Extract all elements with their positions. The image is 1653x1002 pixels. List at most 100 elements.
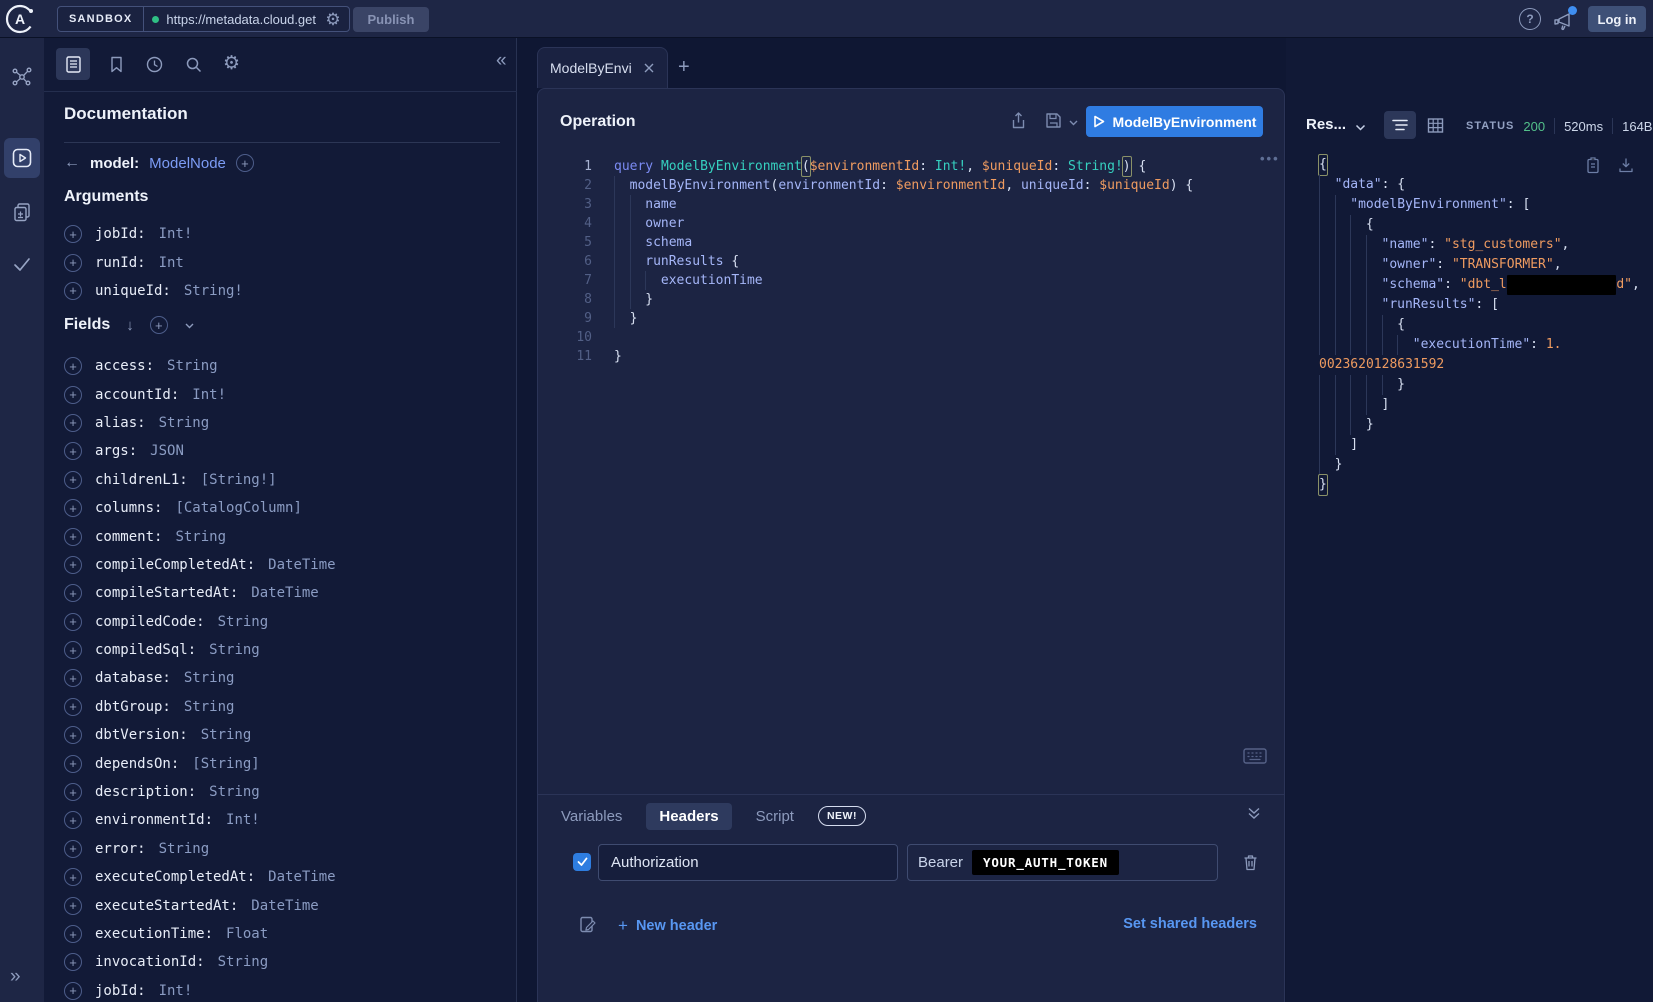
add-field-button[interactable]: +: [64, 726, 82, 744]
sort-fields-icon[interactable]: ↓: [126, 317, 134, 334]
delete-header-icon[interactable]: [1241, 853, 1260, 872]
code-line: {: [1319, 315, 1649, 335]
history-icon[interactable]: [145, 55, 164, 74]
code-token: environmentId: [778, 176, 880, 195]
auth-token-value[interactable]: YOUR_AUTH_TOKEN: [972, 850, 1119, 875]
add-field-button[interactable]: +: [64, 953, 82, 971]
sandbox-badge: SANDBOX: [58, 7, 144, 31]
apollo-logo[interactable]: A: [4, 3, 36, 35]
field-row: +dbtGroup:String: [64, 693, 336, 721]
add-field-button[interactable]: +: [64, 925, 82, 943]
response-json[interactable]: {"data": {"modelByEnvironment": [{"name"…: [1319, 155, 1649, 495]
operation-tab[interactable]: ModelByEnvi...: [537, 47, 668, 88]
add-field-button[interactable]: +: [64, 613, 82, 631]
tab-script[interactable]: Script: [756, 808, 794, 825]
search-icon[interactable]: [184, 55, 203, 74]
field-name: error:: [95, 841, 146, 857]
add-field-button[interactable]: +: [64, 282, 82, 300]
document-icon[interactable]: [64, 55, 83, 74]
login-button[interactable]: Log in: [1588, 6, 1646, 32]
add-field-button[interactable]: +: [64, 811, 82, 829]
close-tab-icon[interactable]: [643, 62, 655, 74]
keyboard-shortcuts-icon[interactable]: [1243, 747, 1267, 765]
operation-menu-icon[interactable]: •••: [1260, 151, 1280, 166]
help-icon[interactable]: ?: [1519, 8, 1541, 30]
explorer-play-icon[interactable]: [11, 147, 33, 169]
publish-button[interactable]: Publish: [353, 7, 429, 32]
response-menu-chevron-icon[interactable]: [1354, 121, 1367, 134]
new-tab-button[interactable]: +: [678, 56, 690, 79]
expand-sidebar-icon[interactable]: »: [10, 966, 21, 988]
code-line: "data": {: [1319, 175, 1649, 195]
field-name: compiledSql:: [95, 642, 196, 658]
add-field-button[interactable]: +: [64, 641, 82, 659]
field-name: executionTime:: [95, 926, 213, 942]
add-field-button[interactable]: +: [64, 868, 82, 886]
run-label: ModelByEnvironment: [1113, 114, 1257, 130]
add-field-button[interactable]: +: [64, 442, 82, 460]
fields-heading: Fields: [64, 316, 110, 334]
bookmark-icon[interactable]: [107, 55, 126, 74]
add-field-button[interactable]: +: [64, 414, 82, 432]
add-field-button[interactable]: +: [64, 669, 82, 687]
field-name: runId:: [95, 255, 146, 271]
add-field-button[interactable]: +: [64, 584, 82, 602]
endpoint-settings-icon[interactable]: ⚙: [325, 11, 340, 28]
model-type-link[interactable]: ModelNode: [149, 155, 226, 172]
graph-icon[interactable]: [11, 66, 33, 88]
indent-guide: [1335, 295, 1351, 315]
redacted-value: ##############: [1507, 275, 1617, 295]
save-icon[interactable]: [1044, 111, 1063, 130]
add-field-button[interactable]: +: [64, 982, 82, 1000]
settings-icon[interactable]: ⚙: [223, 54, 240, 73]
code-token: }: [645, 290, 653, 309]
checks-icon[interactable]: [11, 253, 33, 275]
endpoint-url-input[interactable]: https://metadata.cloud.get: [166, 12, 318, 27]
field-type: JSON: [150, 443, 184, 459]
add-field-button[interactable]: +: [64, 556, 82, 574]
add-field-button[interactable]: +: [64, 471, 82, 489]
header-value-field[interactable]: Bearer YOUR_AUTH_TOKEN: [907, 844, 1218, 881]
new-header-button[interactable]: + New header: [618, 916, 717, 936]
add-field-button[interactable]: +: [64, 499, 82, 517]
add-field-button[interactable]: +: [64, 254, 82, 272]
run-operation-button[interactable]: ModelByEnvironment: [1086, 106, 1263, 137]
add-field-button[interactable]: +: [64, 840, 82, 858]
line-number: 9: [556, 309, 592, 328]
set-shared-headers-link[interactable]: Set shared headers: [1123, 916, 1257, 932]
graphql-editor[interactable]: query ModelByEnvironment($environmentId:…: [614, 157, 1254, 366]
indent-guide: [1335, 195, 1351, 215]
add-field-button[interactable]: +: [64, 357, 82, 375]
environment-variables-icon[interactable]: [578, 915, 598, 935]
share-icon[interactable]: [1009, 111, 1028, 130]
docs-title: Documentation: [64, 104, 188, 124]
field-row: +columns:[CatalogColumn]: [64, 494, 336, 522]
add-field-button[interactable]: +: [64, 386, 82, 404]
header-enabled-checkbox[interactable]: [573, 853, 591, 871]
code-token: 1.: [1546, 335, 1562, 355]
header-name-input[interactable]: [598, 844, 898, 881]
add-field-button[interactable]: +: [64, 225, 82, 243]
collapse-panel-icon[interactable]: [1246, 805, 1262, 821]
changelog-icon[interactable]: [11, 201, 33, 223]
tab-headers[interactable]: Headers: [646, 803, 731, 830]
add-field-button[interactable]: +: [64, 528, 82, 546]
save-menu-chevron-icon[interactable]: [1068, 117, 1079, 128]
add-all-fields-button[interactable]: +: [236, 154, 254, 172]
code-token: name: [645, 195, 676, 214]
chevron-down-icon[interactable]: [184, 320, 195, 331]
add-field-button[interactable]: +: [64, 698, 82, 716]
code-token: 0023620128631592: [1319, 355, 1444, 375]
code-token: "data": [1335, 175, 1382, 195]
format-text-button[interactable]: [1384, 111, 1416, 139]
add-field-button[interactable]: +: [64, 897, 82, 915]
back-arrow-icon[interactable]: ←: [64, 154, 80, 172]
add-fields-button[interactable]: +: [150, 316, 168, 334]
add-field-button[interactable]: +: [64, 783, 82, 801]
format-table-icon[interactable]: [1427, 117, 1444, 134]
indent-guide: [630, 195, 646, 214]
collapse-docs-icon[interactable]: «: [496, 50, 507, 72]
tab-variables[interactable]: Variables: [561, 808, 622, 825]
add-field-button[interactable]: +: [64, 755, 82, 773]
code-line: }: [1319, 375, 1649, 395]
